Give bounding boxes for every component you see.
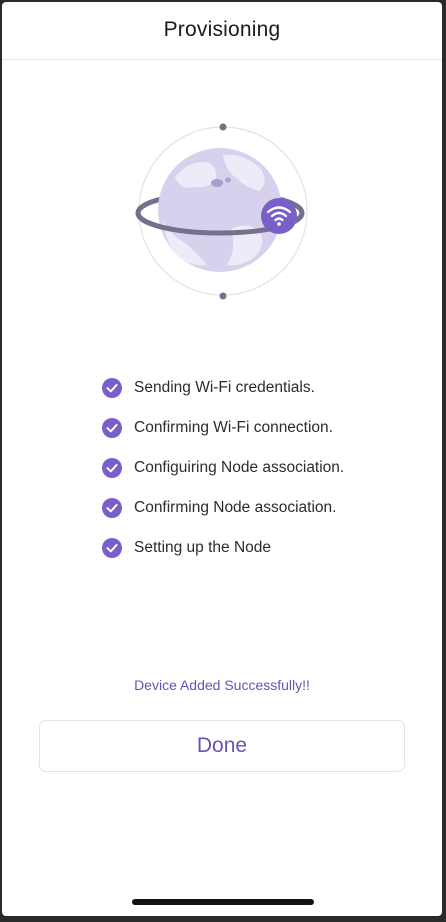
status-message: Device Added Successfully!! bbox=[134, 677, 310, 693]
step-label: Configuiring Node association. bbox=[134, 459, 345, 476]
step-label: Confirming Wi-Fi connection. bbox=[134, 419, 333, 436]
step-confirming-node-association: Confirming Node association. bbox=[102, 488, 402, 528]
step-sending-wifi-credentials: Sending Wi-Fi credentials. bbox=[102, 368, 402, 408]
step-setting-up-node: Setting up the Node bbox=[102, 528, 402, 568]
check-circle-icon bbox=[102, 418, 122, 438]
step-configuring-node-association: Configuiring Node association. bbox=[102, 448, 402, 488]
step-label: Setting up the Node bbox=[134, 539, 272, 556]
step-label: Confirming Node association. bbox=[134, 499, 337, 516]
check-circle-icon bbox=[102, 458, 122, 478]
page-title: Provisioning bbox=[163, 17, 281, 41]
nav-bar: Provisioning bbox=[2, 2, 442, 60]
globe-orbit-wifi-icon bbox=[127, 117, 317, 312]
step-label: Sending Wi-Fi credentials. bbox=[134, 379, 315, 396]
check-circle-icon bbox=[102, 538, 122, 558]
home-indicator[interactable] bbox=[132, 899, 314, 905]
check-circle-icon bbox=[102, 498, 122, 518]
done-button[interactable]: Done bbox=[39, 720, 405, 772]
step-confirming-wifi-connection: Confirming Wi-Fi connection. bbox=[102, 408, 402, 448]
provisioning-screen: Provisioning Sending Wi-Fi credentials. … bbox=[2, 2, 442, 916]
provisioning-steps: Sending Wi-Fi credentials. Confirming Wi… bbox=[102, 368, 402, 568]
check-circle-icon bbox=[102, 378, 122, 398]
